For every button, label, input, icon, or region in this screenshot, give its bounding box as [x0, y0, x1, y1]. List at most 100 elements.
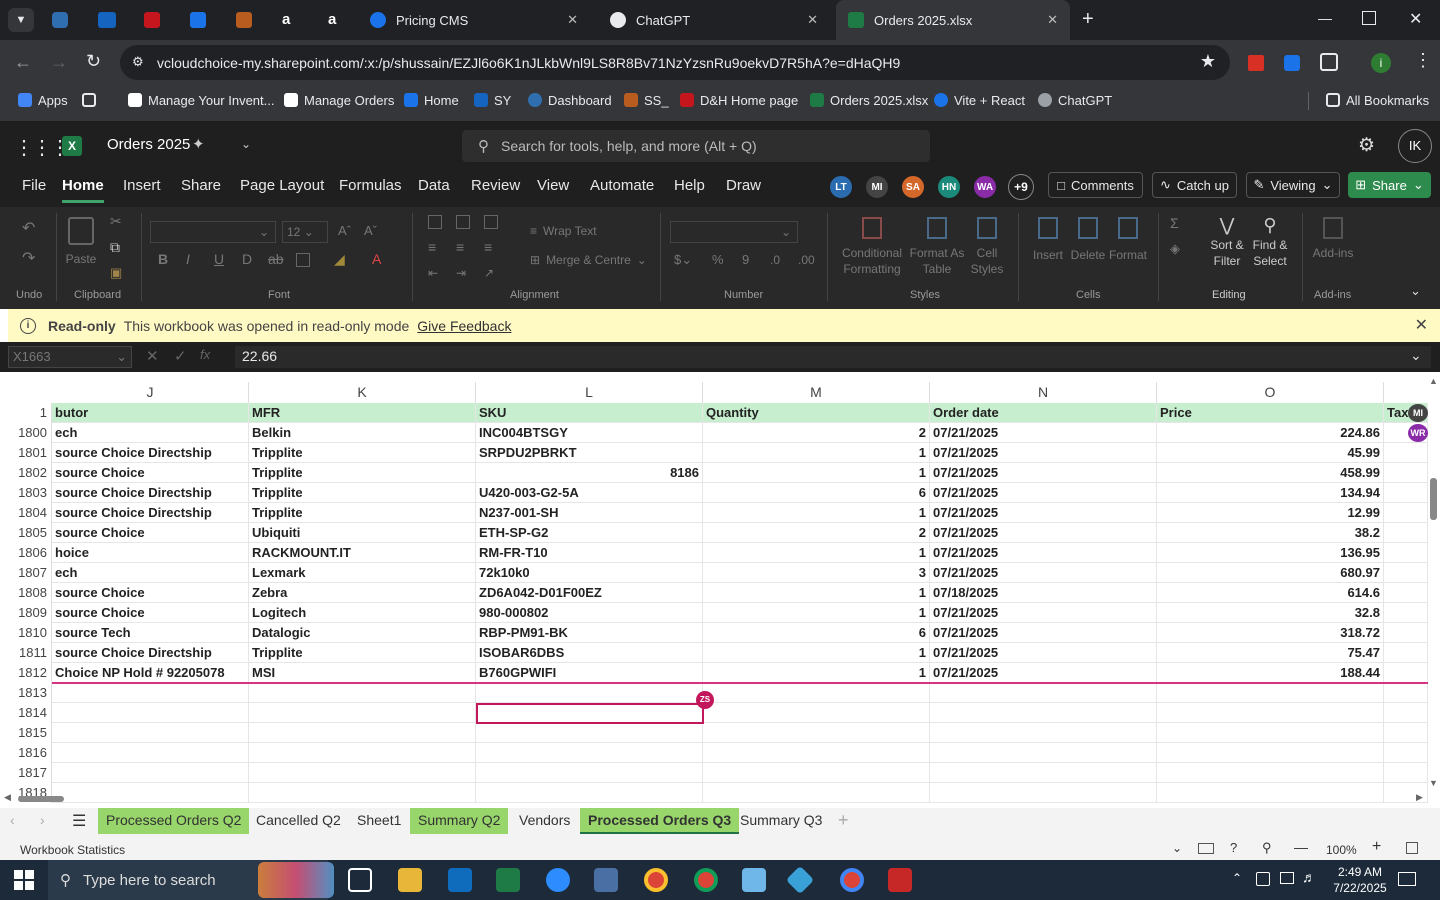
increase-font-icon[interactable]: Aˆ [338, 223, 351, 239]
tab-help[interactable]: Help [674, 177, 705, 199]
site-info-icon[interactable]: ⚙ [132, 54, 144, 70]
conditional-formatting-button[interactable]: Conditional Formatting [838, 217, 906, 277]
header-cell[interactable]: MFR [249, 403, 476, 423]
row-header[interactable]: 1806 [0, 543, 52, 563]
table-cell[interactable]: 224.86 [1157, 423, 1384, 443]
empty-cell[interactable] [249, 723, 476, 743]
underline-icon[interactable]: U [214, 251, 224, 267]
italic-icon[interactable]: I [186, 251, 190, 267]
minimize-icon[interactable]: — [1318, 10, 1332, 26]
table-cell[interactable]: 72k10k0 [476, 563, 703, 583]
filezilla-icon[interactable] [888, 868, 912, 892]
merge-centre-button[interactable]: ⊞ Merge & Centre ⌄ [530, 252, 647, 268]
tab-page-layout[interactable]: Page Layout [240, 177, 324, 199]
strikethrough-icon[interactable]: ab [268, 251, 284, 267]
column-header[interactable]: K [249, 382, 476, 403]
insert-function-icon[interactable]: fx [200, 347, 210, 362]
zoom-level[interactable]: 100% [1326, 843, 1357, 857]
sheet-tab[interactable]: Summary Q3 [732, 808, 830, 834]
bookmark-ss[interactable]: SS_ [624, 86, 669, 114]
settings-gear-icon[interactable]: ⚙ [1358, 134, 1375, 157]
zoom-out-icon[interactable]: — [1294, 839, 1308, 855]
bookmark-star-icon[interactable]: ★ [1200, 51, 1216, 72]
font-size-select[interactable]: 12 ⌄ [282, 221, 328, 243]
extensions-puzzle-icon[interactable] [1320, 53, 1338, 71]
row-header[interactable]: 1809 [0, 603, 52, 623]
sheet-tab[interactable]: Processed Orders Q3 [580, 808, 740, 834]
table-cell[interactable]: RM-FR-T10 [476, 543, 703, 563]
collaborator-avatar[interactable]: MI [864, 174, 890, 200]
clear-icon[interactable]: ◈ [1170, 241, 1180, 257]
table-cell[interactable]: N237-001-SH [476, 503, 703, 523]
table-cell[interactable]: Belkin [249, 423, 476, 443]
extension-icon[interactable] [1248, 55, 1264, 71]
align-top-icon[interactable] [428, 215, 442, 229]
empty-cell[interactable] [930, 743, 1157, 763]
table-cell[interactable]: source Choice [52, 583, 249, 603]
title-chevron-down-icon[interactable]: ⌄ [241, 137, 251, 151]
url-field[interactable]: ⚙ vcloudchoice-my.sharepoint.com/:x:/p/s… [120, 45, 1230, 80]
bookmark-chatgpt[interactable]: ChatGPT [1038, 86, 1112, 114]
empty-cell[interactable] [1384, 683, 1428, 703]
table-cell[interactable]: RBP-PM91-BK [476, 623, 703, 643]
table-cell[interactable]: ech [52, 423, 249, 443]
table-cell[interactable]: 07/21/2025 [930, 663, 1157, 683]
task-view-icon[interactable] [348, 868, 372, 892]
empty-cell[interactable] [703, 683, 930, 703]
pinned-tab-icon[interactable] [144, 12, 160, 28]
workbook-statistics[interactable]: Workbook Statistics [20, 843, 125, 857]
sheet-tab[interactable]: Summary Q2 [410, 808, 509, 834]
column-header[interactable]: M [703, 382, 930, 403]
viewing-mode-button[interactable]: ✎ Viewing ⌄ [1246, 172, 1340, 198]
add-sheet-icon[interactable]: + [838, 810, 849, 831]
borders-icon[interactable] [296, 253, 310, 267]
row-header[interactable]: 1807 [0, 563, 52, 583]
close-tab-icon[interactable]: ✕ [567, 12, 578, 28]
double-underline-icon[interactable]: D [242, 251, 252, 267]
table-cell[interactable]: source Choice Directship [52, 503, 249, 523]
row-header[interactable]: 1813 [0, 683, 52, 703]
empty-cell[interactable] [1384, 743, 1428, 763]
prev-sheet-icon[interactable]: ‹ [10, 812, 15, 828]
volume-icon[interactable]: ♬ [1302, 869, 1316, 885]
table-cell[interactable]: 188.44 [1157, 663, 1384, 683]
delete-cells-button[interactable]: Delete [1068, 217, 1108, 263]
table-cell[interactable]: Tripplite [249, 643, 476, 663]
table-cell[interactable] [1384, 443, 1428, 463]
font-color-icon[interactable]: A [372, 251, 381, 267]
table-cell[interactable]: Ubiquiti [249, 523, 476, 543]
bookmark-grid[interactable] [82, 86, 96, 114]
bookmark-sy[interactable]: SY [474, 86, 511, 114]
empty-cell[interactable] [476, 743, 703, 763]
table-cell[interactable]: U420-003-G2-5A [476, 483, 703, 503]
sheet-tab[interactable]: Cancelled Q2 [248, 808, 349, 834]
profile-avatar-icon[interactable]: i [1371, 53, 1391, 73]
tab-review[interactable]: Review [471, 177, 520, 199]
table-cell[interactable]: 3 [703, 563, 930, 583]
table-cell[interactable] [1384, 663, 1428, 683]
catch-up-button[interactable]: ∿ Catch up [1152, 172, 1237, 198]
outlook-icon[interactable] [448, 868, 472, 892]
row-header[interactable]: 1817 [0, 763, 52, 783]
keyboard-icon[interactable] [1198, 843, 1214, 854]
table-cell[interactable]: 136.95 [1157, 543, 1384, 563]
paste-label[interactable]: Paste [64, 251, 98, 267]
chrome-icon[interactable] [840, 868, 864, 892]
bookmark-vite-react[interactable]: Vite + React [934, 86, 1025, 114]
empty-cell[interactable] [476, 783, 703, 803]
table-cell[interactable] [1384, 603, 1428, 623]
percent-icon[interactable]: % [712, 252, 724, 268]
tab-data[interactable]: Data [418, 177, 450, 199]
table-cell[interactable] [1384, 543, 1428, 563]
empty-cell[interactable] [52, 783, 249, 803]
bold-icon[interactable]: B [158, 251, 168, 267]
table-cell[interactable]: Datalogic [249, 623, 476, 643]
next-sheet-icon[interactable]: › [40, 812, 45, 828]
expand-formula-chevron-icon[interactable]: ⌄ [1410, 347, 1422, 364]
pinned-tab-icon[interactable] [52, 12, 68, 28]
table-cell[interactable] [1384, 523, 1428, 543]
search-input[interactable]: ⚲ Search for tools, help, and more (Alt … [462, 130, 930, 162]
table-cell[interactable]: 458.99 [1157, 463, 1384, 483]
column-header[interactable]: O [1157, 382, 1384, 403]
comments-button[interactable]: □ Comments [1048, 172, 1143, 198]
